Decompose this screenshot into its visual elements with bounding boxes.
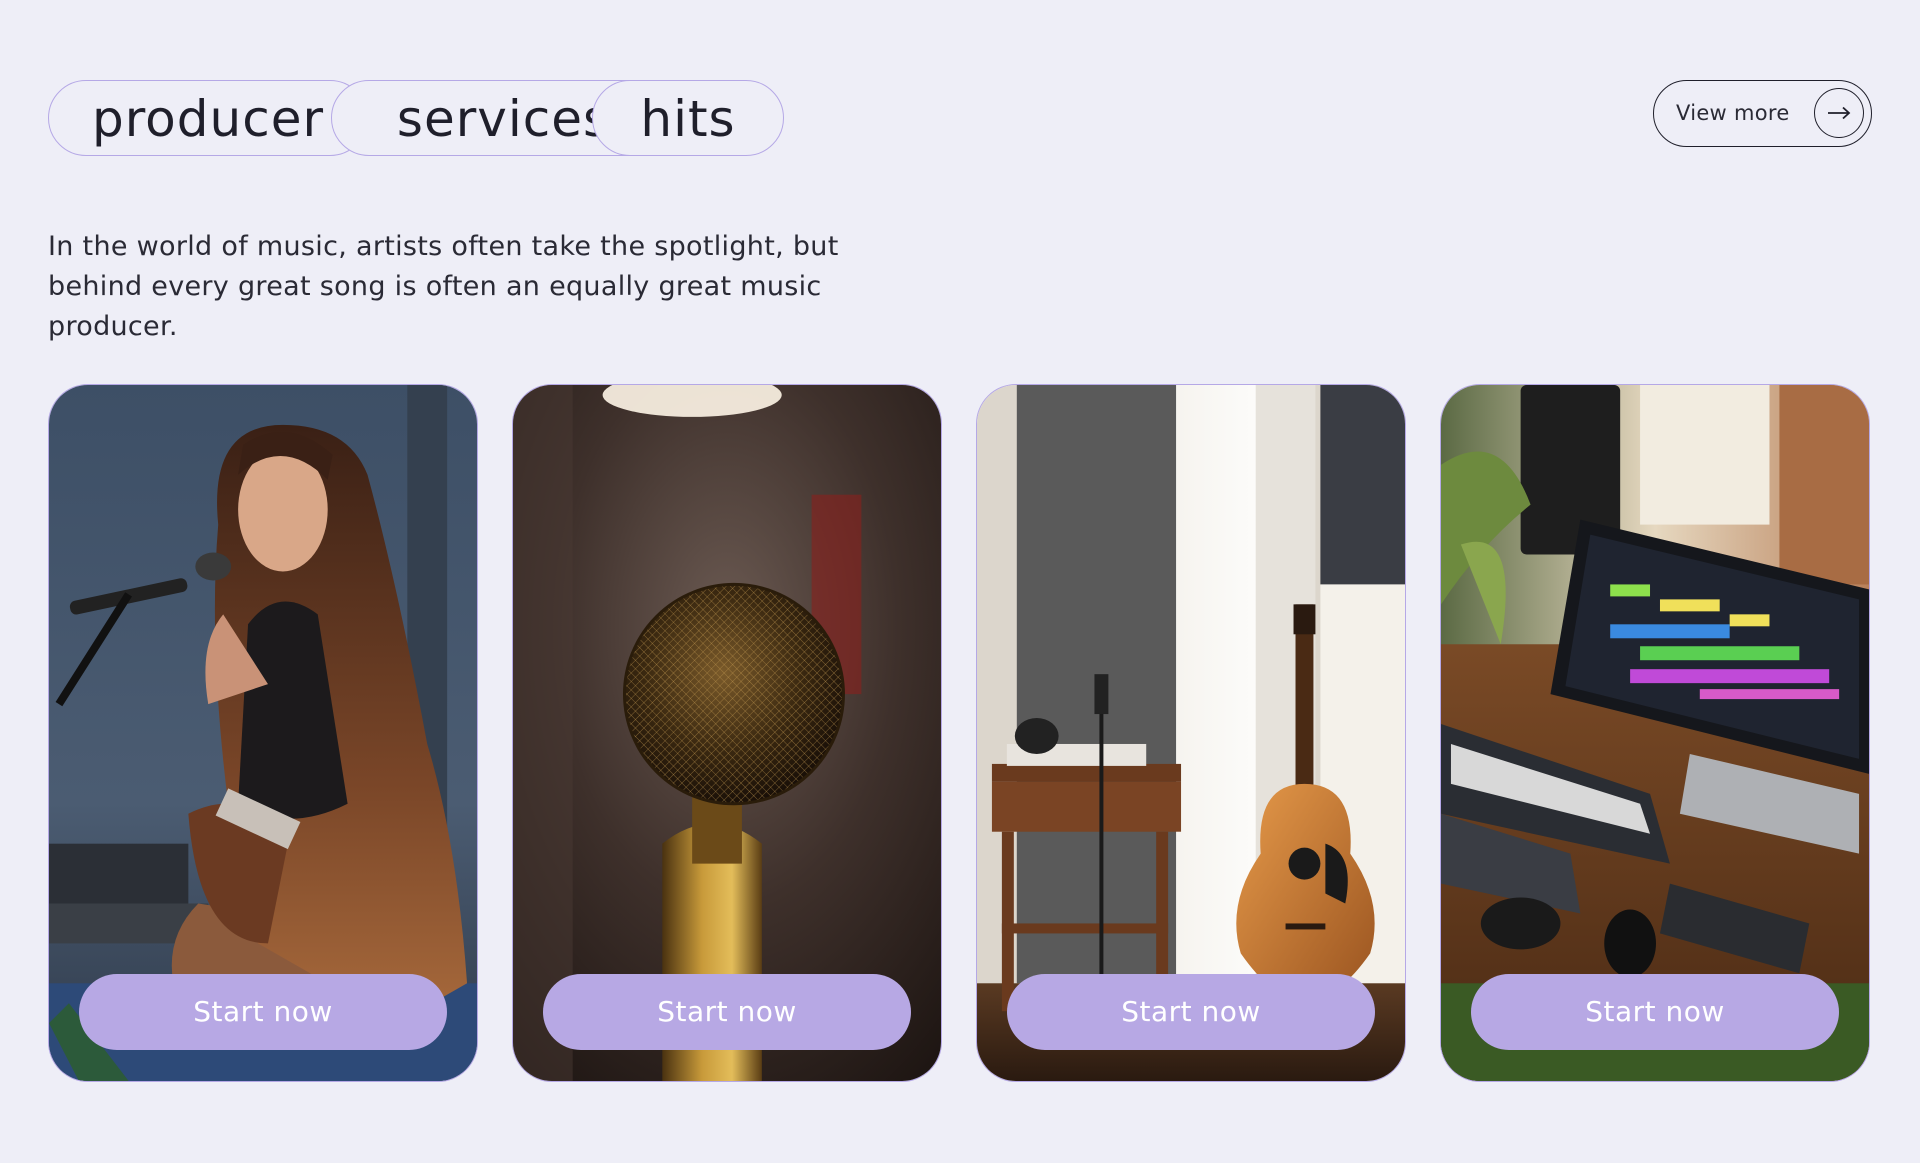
- service-card: Start now: [512, 384, 942, 1082]
- start-now-button[interactable]: Start now: [1007, 974, 1375, 1050]
- tag-producer: producer: [48, 80, 368, 156]
- service-card: Start now: [48, 384, 478, 1082]
- start-now-button[interactable]: Start now: [543, 974, 911, 1050]
- service-card: Start now: [976, 384, 1406, 1082]
- view-more-button[interactable]: View more: [1653, 80, 1872, 147]
- service-card: Start now: [1440, 384, 1870, 1082]
- start-now-button[interactable]: Start now: [79, 974, 447, 1050]
- start-now-button[interactable]: Start now: [1471, 974, 1839, 1050]
- tag-hits: hits: [592, 80, 784, 156]
- intro-paragraph: In the world of music, artists often tak…: [48, 231, 839, 342]
- arrow-right-icon: [1814, 88, 1864, 138]
- view-more-label: View more: [1676, 101, 1790, 125]
